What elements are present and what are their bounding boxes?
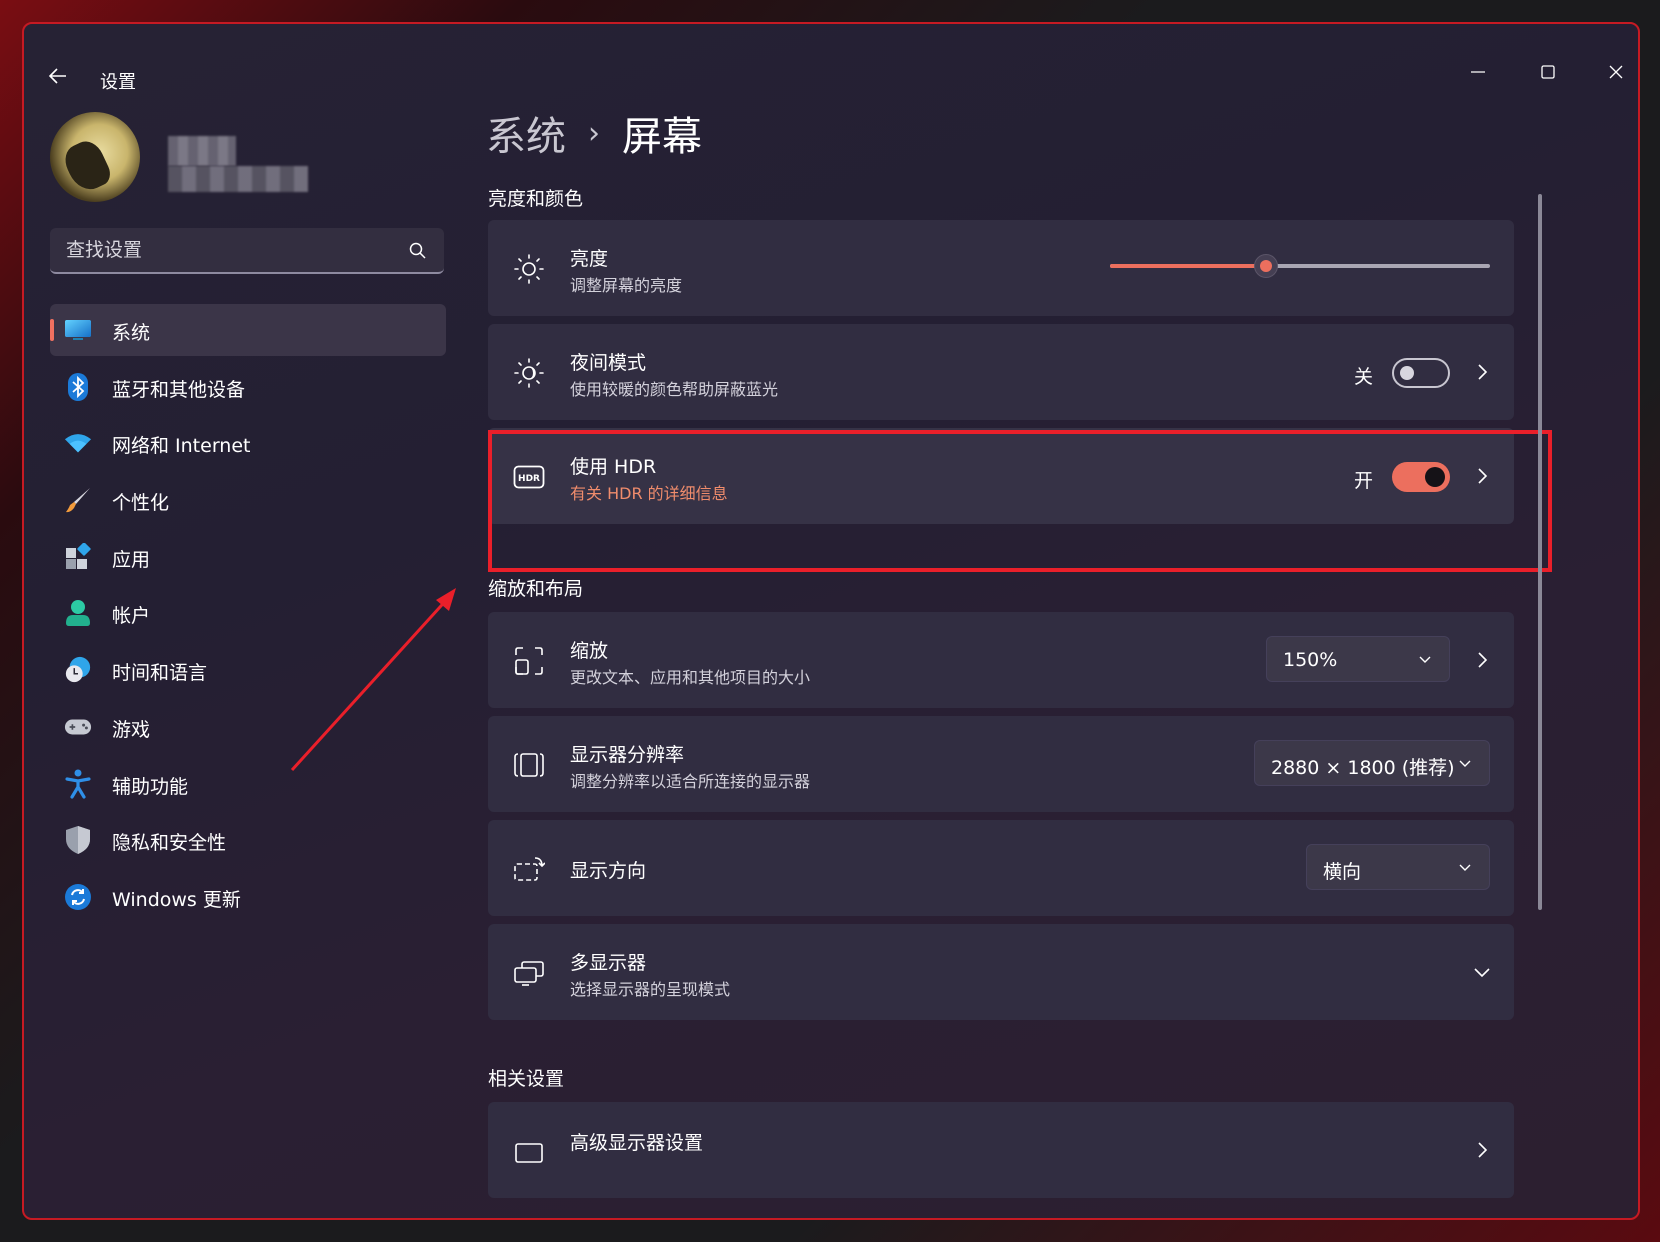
- brightness-card: 亮度 调整屏幕的亮度: [488, 220, 1514, 316]
- search-input[interactable]: [50, 228, 444, 272]
- section-title-related: 相关设置: [488, 1068, 565, 1090]
- back-arrow-icon: [48, 68, 66, 84]
- orientation-title: 显示方向: [570, 860, 647, 882]
- resolution-icon: [512, 748, 546, 782]
- breadcrumb-parent[interactable]: 系统: [486, 104, 566, 162]
- resolution-dropdown[interactable]: 2880 × 1800 (推荐): [1254, 740, 1490, 786]
- scale-dropdown-value: 150%: [1283, 649, 1338, 671]
- brightness-slider[interactable]: [1110, 254, 1490, 278]
- sidebar-item-label: Windows 更新: [112, 888, 241, 911]
- minimize-icon: [1471, 71, 1485, 73]
- orientation-dropdown-value: 横向: [1323, 861, 1362, 883]
- sidebar-item-label: 蓝牙和其他设备: [112, 378, 246, 401]
- night-mode-subtitle: 使用较暖的颜色帮助屏蔽蓝光: [570, 380, 779, 399]
- sidebar-item-label: 帐户: [112, 605, 151, 628]
- apps-icon: [64, 542, 92, 571]
- sidebar-item-label: 应用: [112, 548, 151, 571]
- multi-display-card[interactable]: 多显示器 选择显示器的呈现模式: [488, 924, 1514, 1020]
- orientation-card: 显示方向 横向: [488, 820, 1514, 916]
- account-icon: [64, 599, 92, 627]
- sidebar-item-system[interactable]: 系统: [50, 304, 446, 356]
- brightness-sun-icon: [512, 252, 546, 286]
- close-button[interactable]: [1596, 56, 1636, 88]
- title-bar: 设置: [24, 24, 1638, 93]
- maximize-icon: [1541, 65, 1555, 79]
- redacted-email-blur: [168, 166, 308, 192]
- shield-icon: [64, 826, 92, 855]
- minimize-button[interactable]: [1458, 56, 1498, 88]
- multi-display-title: 多显示器: [570, 952, 647, 974]
- sidebar-item-network[interactable]: 网络和 Internet: [50, 417, 446, 469]
- system-display-icon: [64, 316, 92, 344]
- chevron-down-icon: [1419, 656, 1431, 663]
- annotation-highlight-box: [488, 430, 1552, 572]
- app-title: 设置: [100, 72, 136, 93]
- sidebar-item-label: 游戏: [112, 718, 151, 741]
- annotation-arrow: [290, 588, 456, 772]
- sidebar-item-windows-update[interactable]: Windows 更新: [50, 871, 446, 923]
- back-button[interactable]: [46, 64, 70, 88]
- chevron-right-icon[interactable]: [1472, 362, 1492, 382]
- night-mode-state-label: 关: [1354, 366, 1374, 388]
- scale-title: 缩放: [570, 640, 609, 662]
- gamepad-icon: [64, 713, 92, 741]
- settings-window: 设置 系统 蓝牙和其他设备: [22, 22, 1640, 1220]
- orientation-icon: [512, 852, 546, 886]
- sidebar-item-label: 时间和语言: [112, 662, 208, 685]
- chevron-right-icon[interactable]: [1472, 650, 1492, 670]
- resolution-title: 显示器分辨率: [570, 744, 685, 766]
- section-title-brightness-color: 亮度和颜色: [488, 188, 584, 210]
- avatar[interactable]: [50, 112, 140, 202]
- night-mode-card[interactable]: 夜间模式 使用较暖的颜色帮助屏蔽蓝光 关: [488, 324, 1514, 420]
- chevron-down-icon: [1459, 760, 1471, 767]
- windows-update-icon: [64, 883, 92, 911]
- multi-display-subtitle: 选择显示器的呈现模式: [570, 980, 731, 999]
- resolution-subtitle: 调整分辨率以适合所连接的显示器: [570, 772, 811, 791]
- section-title-scale-layout: 缩放和布局: [488, 578, 584, 600]
- resolution-dropdown-value: 2880 × 1800 (推荐): [1271, 757, 1455, 779]
- accessibility-icon: [64, 769, 92, 799]
- breadcrumb: 系统 › 屏幕: [486, 104, 702, 162]
- advanced-display-title: 高级显示器设置: [570, 1132, 704, 1154]
- resolution-card: 显示器分辨率 调整分辨率以适合所连接的显示器 2880 × 1800 (推荐): [488, 716, 1514, 812]
- brightness-subtitle: 调整屏幕的亮度: [570, 276, 683, 295]
- time-language-icon: [64, 656, 92, 684]
- night-mode-icon: [512, 356, 546, 390]
- brightness-slider-thumb[interactable]: [1253, 254, 1278, 278]
- paintbrush-icon: [64, 486, 92, 514]
- multi-display-icon: [512, 956, 546, 990]
- breadcrumb-separator: ›: [588, 115, 600, 151]
- page-title: 屏幕: [622, 114, 702, 160]
- scale-subtitle: 更改文本、应用和其他项目的大小: [570, 668, 811, 687]
- maximize-button[interactable]: [1528, 56, 1568, 88]
- brightness-slider-fill: [1110, 264, 1266, 268]
- brightness-title: 亮度: [570, 248, 609, 270]
- wifi-icon: [64, 429, 92, 457]
- scale-card[interactable]: 缩放 更改文本、应用和其他项目的大小 150%: [488, 612, 1514, 708]
- bluetooth-icon: [64, 372, 92, 401]
- night-mode-title: 夜间模式: [570, 352, 647, 374]
- scale-dropdown[interactable]: 150%: [1266, 636, 1450, 682]
- search-icon: [409, 242, 426, 259]
- redacted-name-blur: [168, 136, 236, 166]
- chevron-down-icon: [1459, 864, 1471, 871]
- night-mode-toggle[interactable]: [1392, 358, 1450, 388]
- sidebar-item-label: 系统: [112, 322, 151, 344]
- scale-icon: [512, 644, 546, 678]
- sidebar-item-label: 个性化: [112, 492, 170, 515]
- advanced-display-card[interactable]: 高级显示器设置: [488, 1102, 1514, 1198]
- sidebar-item-personalization[interactable]: 个性化: [50, 474, 446, 526]
- advanced-display-icon: [512, 1138, 546, 1172]
- sidebar-item-privacy[interactable]: 隐私和安全性: [50, 814, 446, 866]
- chevron-down-icon[interactable]: [1472, 962, 1492, 982]
- orientation-dropdown[interactable]: 横向: [1306, 844, 1490, 890]
- sidebar-item-bluetooth[interactable]: 蓝牙和其他设备: [50, 361, 446, 413]
- close-icon: [1609, 65, 1623, 79]
- sidebar-item-label: 隐私和安全性: [112, 832, 227, 855]
- sidebar-item-label: 辅助功能: [112, 775, 189, 798]
- chevron-right-icon[interactable]: [1472, 1140, 1492, 1160]
- scrollbar[interactable]: [1538, 194, 1542, 910]
- search-box[interactable]: [50, 228, 444, 274]
- sidebar-item-label: 网络和 Internet: [112, 435, 251, 458]
